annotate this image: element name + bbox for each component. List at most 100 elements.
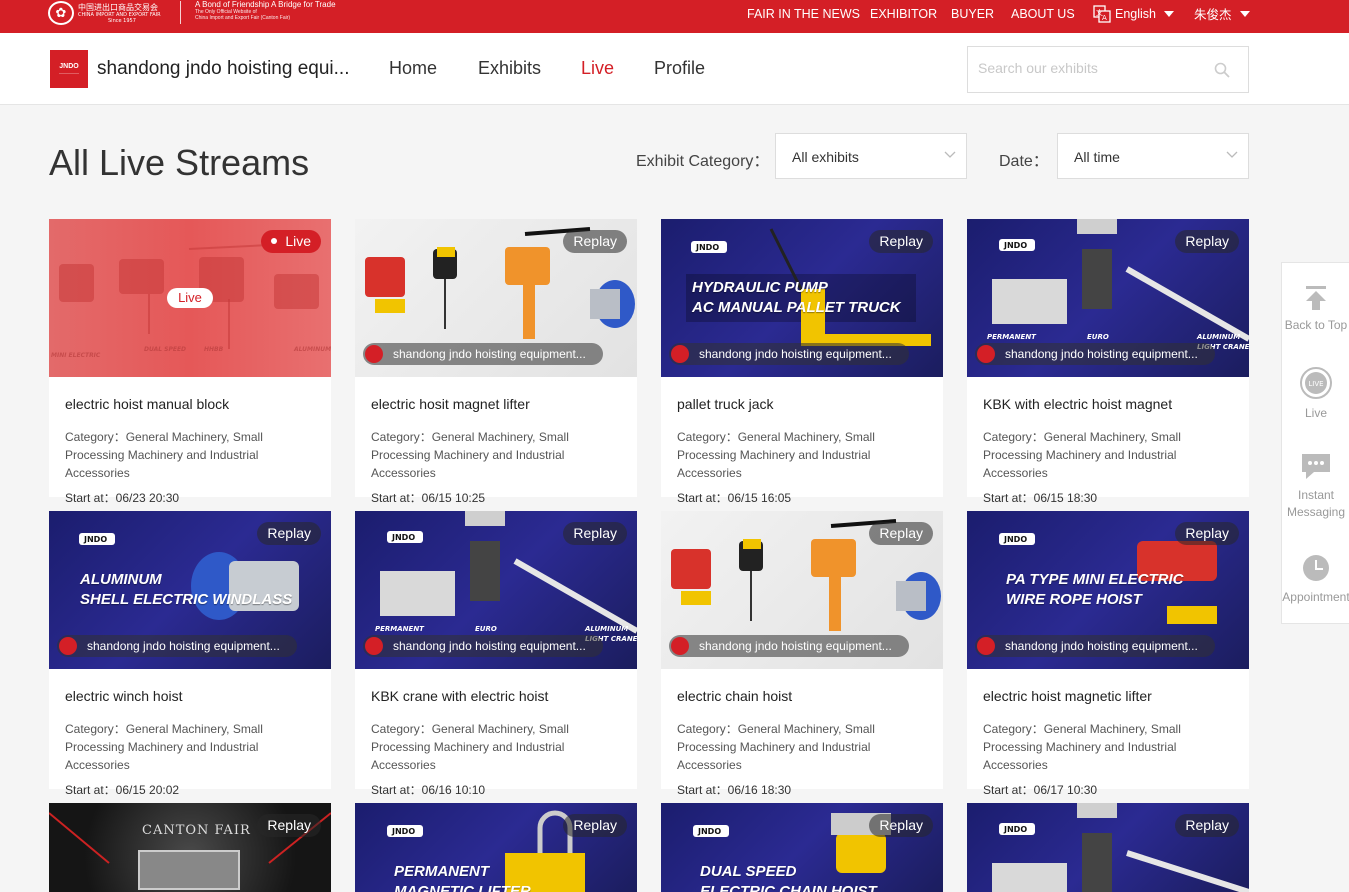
search-icon[interactable] (1214, 62, 1230, 78)
back-to-top-label: Back to Top (1284, 318, 1348, 332)
stream-card[interactable]: Replay shandong jndo hoisting equipment.… (355, 219, 637, 505)
nav-exhibits[interactable]: Exhibits (478, 58, 541, 79)
appointment-button[interactable]: Appointment (1282, 553, 1349, 606)
stream-card[interactable]: JNDO ALUMINUM SHELL ELECTRIC WINDLASS Re… (49, 511, 331, 797)
topnav-about-us[interactable]: ABOUT US (1011, 0, 1075, 27)
replay-badge: Replay (257, 814, 321, 837)
stream-card[interactable]: JNDO PERMANENT MAGNETIC LIFTER Replay (355, 803, 637, 892)
thumbnail-banner-line-1: HYDRAULIC PUMP (692, 279, 828, 296)
thumbnail-banner-line-1: CANTON FAIR (142, 823, 251, 838)
replay-badge: Replay (1175, 522, 1239, 545)
svg-text:JNDO: JNDO (391, 827, 415, 836)
replay-badge: Replay (869, 522, 933, 545)
canton-fair-logo-icon[interactable]: ✿ (48, 1, 74, 25)
live-button[interactable]: LIVE Live (1282, 367, 1349, 422)
nav-home[interactable]: Home (389, 58, 437, 79)
exhibitor-tag-text: shandong jndo hoisting equipment... (1005, 347, 1198, 361)
live-label: Live (1304, 406, 1327, 420)
svg-text:A: A (1102, 14, 1107, 22)
topnav-exhibitor[interactable]: EXHIBITOR (870, 0, 937, 27)
date-filter-select[interactable]: All time (1057, 133, 1249, 179)
stream-card[interactable]: JNDO PA TYPE MINI ELECTRIC WIRE ROPE HOI… (967, 511, 1249, 797)
exhibitor-tag[interactable]: shandong jndo hoisting equipment... (669, 343, 909, 365)
date-filter-label: Date： (999, 153, 1049, 170)
svg-text:DUAL SPEED: DUAL SPEED (144, 346, 186, 353)
exhibitor-logo[interactable]: JNDO ————— (50, 50, 88, 88)
exhibitor-tag[interactable]: shandong jndo hoisting equipment... (975, 635, 1215, 657)
stream-thumbnail[interactable]: CANTON FAIR Replay (49, 803, 331, 892)
floating-side-rail: Back to Top LIVE Live Instant Messaging … (1281, 262, 1349, 624)
search-box (967, 46, 1249, 93)
exhibitor-name[interactable]: shandong jndo hoisting equi... (97, 58, 349, 80)
logo-divider (180, 1, 181, 24)
exhibitor-avatar-icon (977, 637, 995, 655)
exhibitor-logo-text: JNDO (59, 63, 79, 70)
exhibitor-tag[interactable]: shandong jndo hoisting equipment... (363, 635, 603, 657)
stream-title[interactable]: electric hoist manual block (65, 396, 229, 412)
logo-cn-text: 中国进出口商品交易会 (78, 3, 158, 12)
replay-badge: Replay (563, 522, 627, 545)
exhibitor-tag[interactable]: shandong jndo hoisting equipment... (669, 635, 909, 657)
topnav-buyer[interactable]: BUYER (951, 0, 994, 27)
back-to-top-button[interactable]: Back to Top (1282, 285, 1349, 334)
stream-card[interactable]: JNDO PERMANENT EURO ALUMINUM LIGHT CRANE Rep… (967, 219, 1249, 505)
stream-card[interactable]: JNDO HYDRAULIC PUMP AC MANUAL PALLET TRU… (661, 219, 943, 505)
stream-card[interactable]: JNDO DUAL SPEED ELECTRIC CHAIN HOIST Rep… (661, 803, 943, 892)
stream-thumbnail[interactable]: JNDO ALUMINUM SHELL ELECTRIC WINDLASS Re… (49, 511, 331, 669)
exhibitor-tag[interactable]: shandong jndo hoisting equipment... (57, 635, 297, 657)
stream-thumbnail[interactable]: JNDO PERMANENT EURO ALUMINUM LIGHT CRANE Rep… (355, 511, 637, 669)
category-filter-select[interactable]: All exhibits (775, 133, 967, 179)
search-input[interactable] (978, 60, 1198, 76)
stream-category: Category：General Machinery, Small Proces… (65, 430, 263, 480)
stream-thumbnail[interactable]: MINI ELECTRIC DUAL SPEED HHBB ALUMINUM Live… (49, 219, 331, 377)
stream-thumbnail[interactable]: JNDO Replay (967, 803, 1249, 892)
user-menu[interactable]: 朱俊杰 (1194, 0, 1250, 27)
instant-messaging-button[interactable]: Instant Messaging (1282, 451, 1349, 521)
stream-card[interactable]: JNDO Replay (967, 803, 1249, 892)
stream-thumbnail[interactable]: Replay shandong jndo hoisting equipment.… (355, 219, 637, 377)
stream-start-time: Start at：06/15 18:30 (983, 491, 1098, 505)
slogan-text: A Bond of Friendship A Bridge for Trade (195, 0, 336, 9)
stream-start-time: Start at：06/17 10:30 (983, 783, 1098, 797)
exhibitor-tag-text: shandong jndo hoisting equipment... (699, 347, 892, 361)
stream-start-time: Start at：06/16 10:10 (371, 783, 486, 797)
stream-card[interactable]: Replay shandong jndo hoisting equipment.… (661, 511, 943, 797)
stream-title[interactable]: KBK with electric hoist magnet (983, 396, 1172, 412)
language-selector[interactable]: 文A English (1093, 0, 1174, 27)
thumbnail-banner-line-1: PA TYPE MINI ELECTRIC (1006, 571, 1184, 588)
stream-thumbnail[interactable]: JNDO PERMANENT EURO ALUMINUM LIGHT CRANE Rep… (967, 219, 1249, 377)
stream-card[interactable]: JNDO PERMANENT EURO ALUMINUM LIGHT CRANE Rep… (355, 511, 637, 797)
exhibitor-tag[interactable]: shandong jndo hoisting equipment... (363, 343, 603, 365)
translate-icon: 文A (1093, 4, 1111, 23)
nav-profile[interactable]: Profile (654, 58, 705, 79)
stream-title[interactable]: electric hosit magnet lifter (371, 396, 530, 412)
stream-category: Category：General Machinery, Small Proces… (983, 722, 1181, 772)
stream-thumbnail[interactable]: JNDO HYDRAULIC PUMP AC MANUAL PALLET TRU… (661, 219, 943, 377)
slogan-sub2: China Import and Export Fair (Canton Fai… (195, 15, 291, 21)
stream-thumbnail[interactable]: JNDO DUAL SPEED ELECTRIC CHAIN HOIST Rep… (661, 803, 943, 892)
canton-fair-logo-text[interactable]: 中国进出口商品交易会 CHINA IMPORT AND EXPORT FAIR … (78, 3, 161, 24)
nav-live[interactable]: Live (581, 58, 614, 79)
chevron-down-icon (944, 151, 956, 158)
stream-thumbnail[interactable]: JNDO PERMANENT MAGNETIC LIFTER Replay (355, 803, 637, 892)
stream-title[interactable]: KBK crane with electric hoist (371, 688, 548, 704)
topnav-fair-in-the-news[interactable]: FAIR IN THE NEWS (747, 0, 860, 27)
stream-thumbnail[interactable]: JNDO PA TYPE MINI ELECTRIC WIRE ROPE HOI… (967, 511, 1249, 669)
top-bar: ✿ 中国进出口商品交易会 CHINA IMPORT AND EXPORT FAI… (0, 0, 1349, 33)
stream-title[interactable]: electric hoist magnetic lifter (983, 688, 1152, 704)
exhibitor-tag-text: shandong jndo hoisting equipment... (393, 639, 586, 653)
category-filter-value: All exhibits (792, 149, 859, 165)
exhibitor-header: JNDO ————— shandong jndo hoisting equi..… (0, 33, 1349, 105)
stream-category: Category：General Machinery, Small Proces… (65, 722, 263, 772)
stream-title[interactable]: pallet truck jack (677, 396, 773, 412)
stream-title[interactable]: electric winch hoist (65, 688, 183, 704)
stream-card[interactable]: MINI ELECTRIC DUAL SPEED HHBB ALUMINUM Live… (49, 219, 331, 505)
stream-start-time: Start at：06/16 18:30 (677, 783, 792, 797)
stream-thumbnail[interactable]: Replay shandong jndo hoisting equipment.… (661, 511, 943, 669)
exhibitor-tag[interactable]: shandong jndo hoisting equipment... (975, 343, 1215, 365)
exhibitor-avatar-icon (59, 637, 77, 655)
stream-card[interactable]: CANTON FAIR Replay (49, 803, 331, 892)
stream-start-time: Start at：06/15 16:05 (677, 491, 792, 505)
exhibitor-avatar-icon (365, 637, 383, 655)
stream-title[interactable]: electric chain hoist (677, 688, 792, 704)
